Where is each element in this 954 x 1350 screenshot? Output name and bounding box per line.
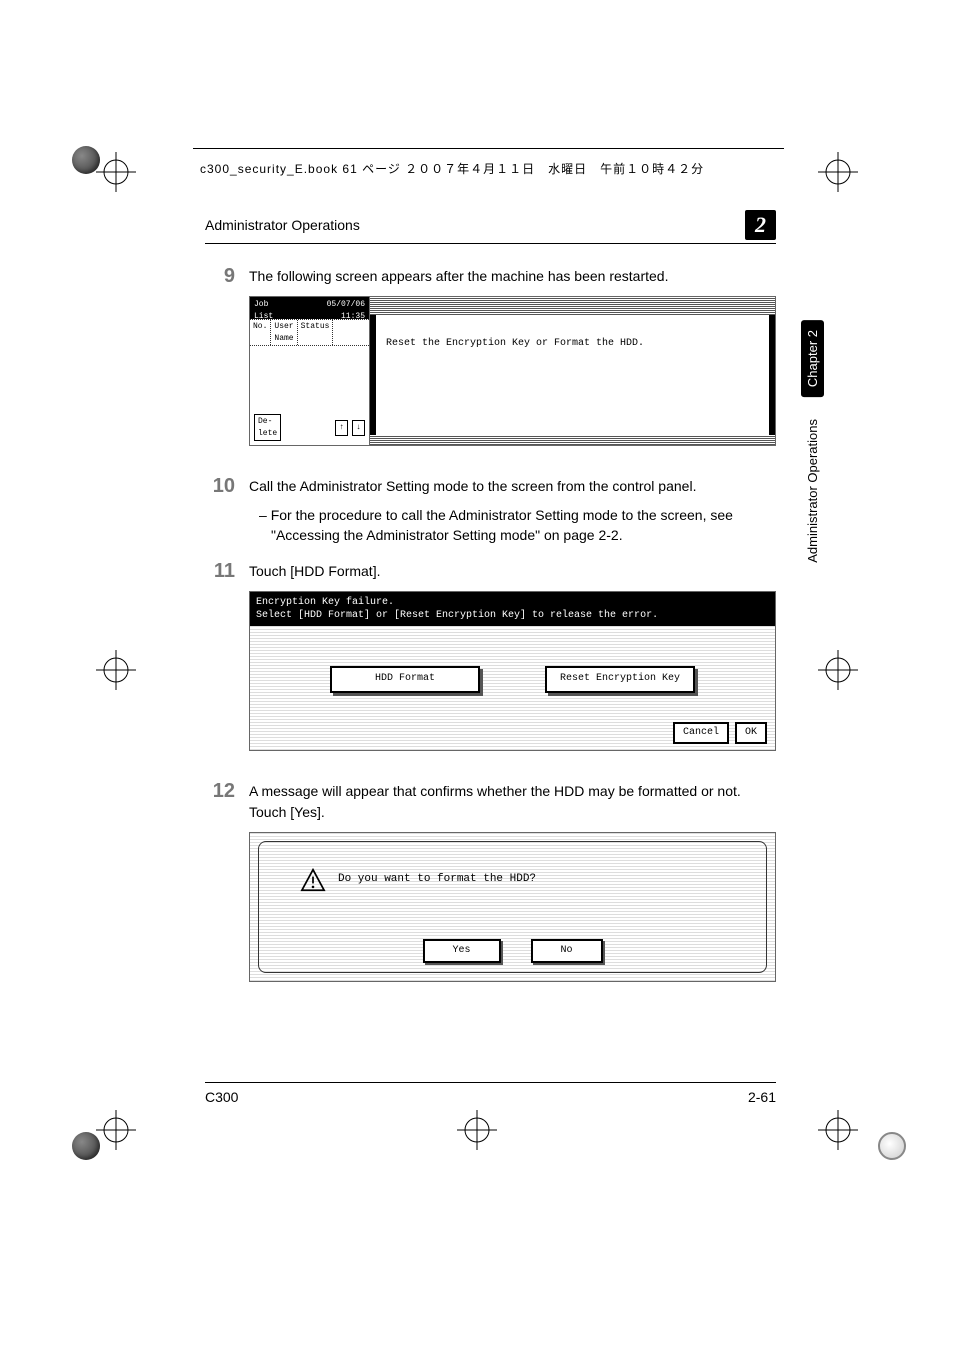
page-footer: C300 2-61	[205, 1082, 776, 1105]
registration-mark-icon	[457, 1110, 497, 1150]
binding-dot-icon	[72, 146, 100, 174]
reset-encryption-key-button[interactable]: Reset Encryption Key	[545, 666, 695, 693]
confirm-message: Do you want to format the HDD?	[338, 872, 536, 888]
step-9: 9 The following screen appears after the…	[205, 262, 776, 460]
footer-model: C300	[205, 1089, 238, 1105]
step-text: Touch [HDD Format].	[249, 561, 776, 581]
side-tab-chapter: Chapter 2	[801, 320, 824, 397]
step-text: A message will appear that confirms whet…	[249, 781, 776, 801]
arrow-down-button[interactable]: ↓	[352, 420, 365, 436]
crop-header-text: c300_security_E.book 61 ページ ２００７年４月１１日 水…	[200, 160, 704, 177]
step-number: 9	[205, 262, 235, 460]
step-10: 10 Call the Administrator Setting mode t…	[205, 472, 776, 545]
job-list-label: Job List	[254, 299, 273, 317]
side-tab-section: Administrator Operations	[801, 409, 824, 573]
warning-icon	[300, 868, 326, 892]
ok-button[interactable]: OK	[735, 722, 767, 745]
hdd-format-button[interactable]: HDD Format	[330, 666, 480, 693]
registration-mark-icon	[96, 650, 136, 690]
registration-mark-icon	[818, 650, 858, 690]
binding-dot-icon	[878, 1132, 906, 1160]
delete-button[interactable]: De- lete	[254, 414, 281, 441]
registration-mark-icon	[818, 1110, 858, 1150]
error-title-line2: Select [HDD Format] or [Reset Encryption…	[256, 609, 769, 622]
section-title: Administrator Operations	[205, 217, 745, 233]
step-number: 10	[205, 472, 235, 545]
step-12: 12 A message will appear that confirms w…	[205, 777, 776, 996]
screenshot-confirm-format: Do you want to format the HDD? Yes No	[249, 832, 776, 982]
binding-dot-icon	[72, 1132, 100, 1160]
reset-key-message: Reset the Encryption Key or Format the H…	[386, 337, 759, 352]
screenshot-hdd-format: Encryption Key failure. Select [HDD Form…	[249, 591, 776, 751]
side-tabs: Chapter 2 Administrator Operations	[801, 320, 824, 573]
col-status: Status	[298, 320, 334, 345]
arrow-up-button[interactable]: ↑	[335, 420, 348, 436]
step-subtext: For the procedure to call the Administra…	[249, 505, 776, 546]
step-number: 12	[205, 777, 235, 996]
job-list-datetime: 05/07/06 11:35	[327, 299, 365, 317]
error-title-line1: Encryption Key failure.	[256, 596, 769, 609]
step-text: The following screen appears after the m…	[249, 266, 776, 286]
step-text-2: Touch [Yes].	[249, 802, 776, 822]
registration-mark-icon	[96, 152, 136, 192]
no-button[interactable]: No	[531, 939, 603, 964]
page-header: Administrator Operations 2	[205, 210, 776, 244]
registration-mark-icon	[96, 1110, 136, 1150]
step-number: 11	[205, 557, 235, 765]
screenshot-job-list: Job List 05/07/06 11:35 No. User Name St…	[249, 296, 776, 446]
step-text: Call the Administrator Setting mode to t…	[249, 476, 776, 496]
cancel-button[interactable]: Cancel	[673, 722, 729, 745]
col-user: User Name	[271, 320, 297, 345]
chapter-number-box: 2	[745, 210, 776, 240]
step-11: 11 Touch [HDD Format]. Encryption Key fa…	[205, 557, 776, 765]
registration-mark-icon	[818, 152, 858, 192]
col-no: No.	[250, 320, 271, 345]
footer-page: 2-61	[748, 1089, 776, 1105]
yes-button[interactable]: Yes	[422, 939, 500, 964]
crop-rule	[193, 148, 784, 149]
